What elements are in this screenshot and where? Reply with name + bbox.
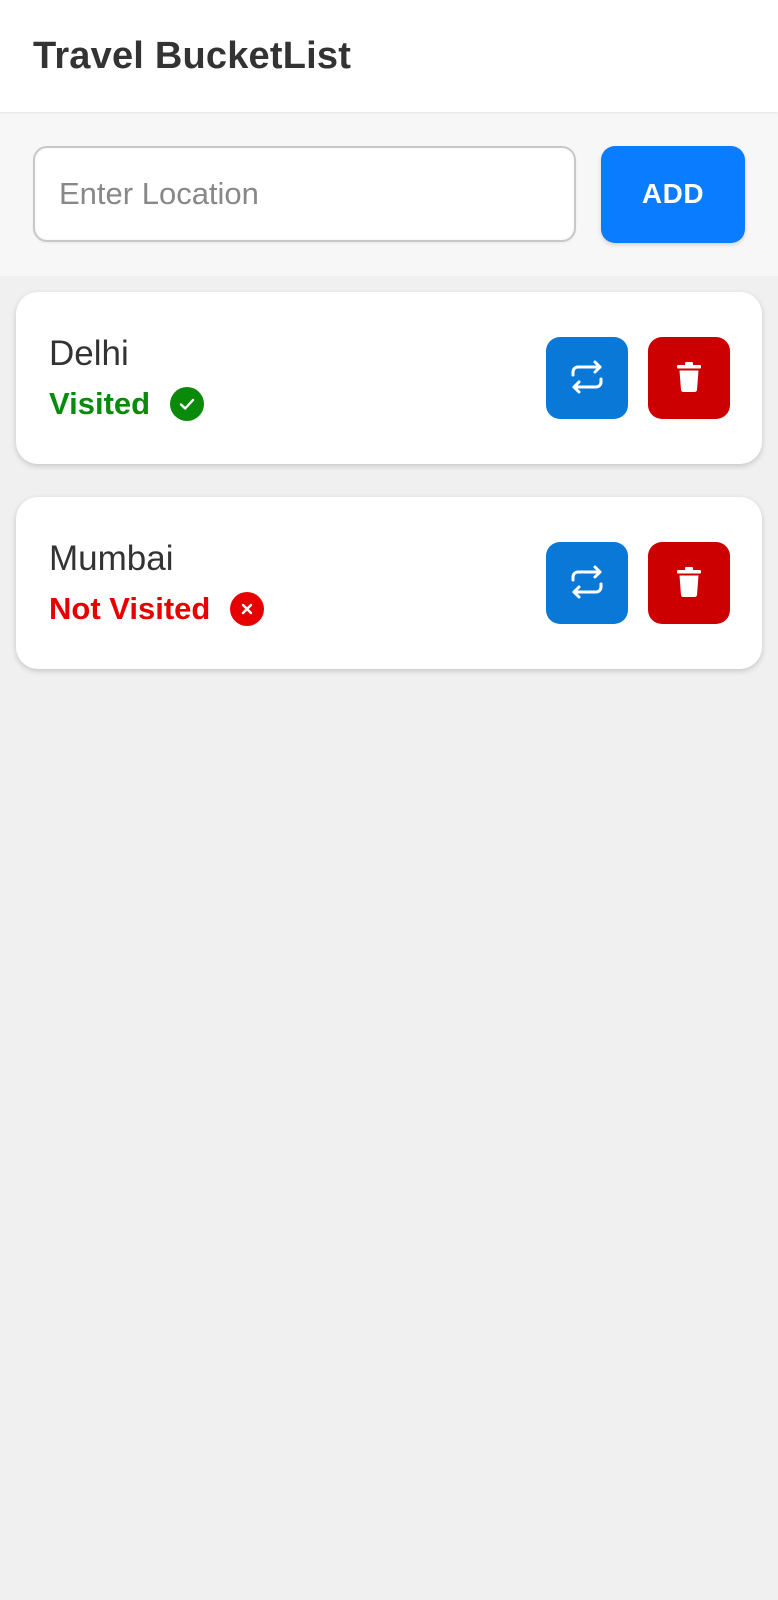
bucket-list: Delhi Visited Mumbai Not Visited: [0, 276, 778, 685]
place-name: Mumbai: [49, 539, 174, 578]
trash-icon: [676, 361, 702, 396]
add-location-form: ADD: [0, 112, 778, 276]
toggle-status-button[interactable]: [546, 542, 628, 624]
status-text: Visited: [49, 386, 151, 421]
toggle-status-button[interactable]: [546, 337, 628, 419]
status-text: Not Visited: [49, 591, 211, 626]
list-item: Delhi Visited: [16, 292, 762, 464]
delete-button[interactable]: [648, 337, 730, 419]
x-circle-icon: [230, 592, 265, 626]
place-name: Delhi: [49, 334, 129, 373]
repeat-icon: [567, 562, 607, 605]
check-circle-icon: [170, 387, 205, 421]
status-row: Not Visited: [49, 591, 265, 627]
add-button[interactable]: ADD: [601, 145, 745, 243]
location-input[interactable]: [33, 146, 576, 242]
page-title: Travel BucketList: [33, 34, 352, 77]
list-item-info: Delhi Visited: [49, 334, 205, 422]
repeat-icon: [567, 357, 607, 400]
status-row: Visited: [49, 386, 205, 422]
list-item-info: Mumbai Not Visited: [49, 539, 265, 627]
list-item: Mumbai Not Visited: [16, 497, 762, 669]
delete-button[interactable]: [648, 542, 730, 624]
trash-icon: [676, 566, 702, 601]
app-header: Travel BucketList: [0, 0, 778, 112]
list-item-actions: [546, 337, 730, 419]
list-item-actions: [546, 542, 730, 624]
